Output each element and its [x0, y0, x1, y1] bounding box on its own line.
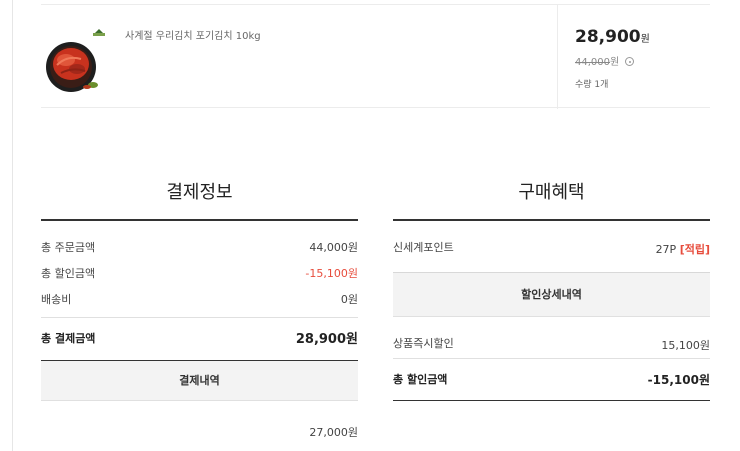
price-info-icon[interactable]	[625, 57, 635, 66]
benefits-point-row: 신세계포인트 27P [적립]	[393, 221, 710, 273]
payment-row-value: -15,100원	[305, 267, 358, 280]
left-divider	[12, 0, 13, 451]
original-price: 44,000원	[575, 53, 635, 68]
payment-detail-value: 27,000원	[309, 426, 358, 439]
point-value: 27P [적립]	[656, 241, 710, 257]
payment-row-label: 총 할인금액	[41, 267, 96, 280]
payment-total-row: 총 결제금액 28,900원	[41, 317, 358, 361]
payment-info-section: 총 주문금액 44,000원 총 할인금액 -15,100원 배송비 0원 총 …	[41, 219, 358, 401]
sale-price: 28,900원	[575, 27, 650, 47]
discount-row: 상품즉시할인 15,100원	[393, 317, 710, 359]
discount-value: 15,100원	[661, 339, 710, 352]
payment-row-order-amount: 총 주문금액 44,000원	[41, 239, 358, 265]
benefits-section: 신세계포인트 27P [적립] 할인상세내역 상품즉시할인 15,100원 총 …	[393, 219, 710, 401]
payment-row-label: 총 주문금액	[41, 241, 96, 254]
kimchi-product-image-icon	[46, 29, 105, 92]
product-thumbnail[interactable]	[41, 27, 107, 93]
payment-total-value: 28,900원	[295, 332, 358, 347]
payment-detail-header: 결제내역	[41, 361, 358, 401]
payment-row-value: 44,000원	[309, 241, 358, 254]
product-name[interactable]: 사계절 우리김치 포기김치 10kg	[125, 27, 261, 42]
benefits-title: 구매혜택	[518, 182, 585, 203]
point-amount: 27P	[655, 243, 677, 256]
discount-total-value: -15,100원	[647, 373, 710, 387]
payment-row-shipping: 배송비 0원	[41, 291, 358, 317]
original-price-unit: 원	[610, 57, 620, 68]
price-column: 28,900원 44,000원 수량 1개	[557, 5, 710, 109]
payment-total-label: 총 결제금액	[41, 332, 96, 345]
payment-row-discount-amount: 총 할인금액 -15,100원	[41, 265, 358, 291]
discount-total-label: 총 할인금액	[393, 373, 448, 386]
payment-row-value: 0원	[340, 293, 358, 306]
quantity-label: 수량 1개	[575, 80, 609, 90]
payment-info-title: 결제정보	[166, 182, 233, 203]
original-price-value: 44,000	[575, 57, 610, 68]
discount-detail-header: 할인상세내역	[393, 273, 710, 317]
sale-price-unit: 원	[640, 34, 650, 45]
discount-label: 상품즉시할인	[393, 337, 454, 350]
payment-detail-row: 27,000원	[41, 424, 358, 444]
point-label: 신세계포인트	[393, 241, 454, 254]
sale-price-value: 28,900	[575, 27, 641, 47]
discount-total-row: 총 할인금액 -15,100원	[393, 359, 710, 401]
payment-row-label: 배송비	[41, 293, 72, 306]
point-tag: [적립]	[679, 243, 710, 256]
order-detail-page: 사계절 우리김치 포기김치 10kg 28,900원 44,000원 수량 1개…	[0, 0, 740, 451]
product-row: 사계절 우리김치 포기김치 10kg 28,900원 44,000원 수량 1개	[41, 4, 710, 109]
